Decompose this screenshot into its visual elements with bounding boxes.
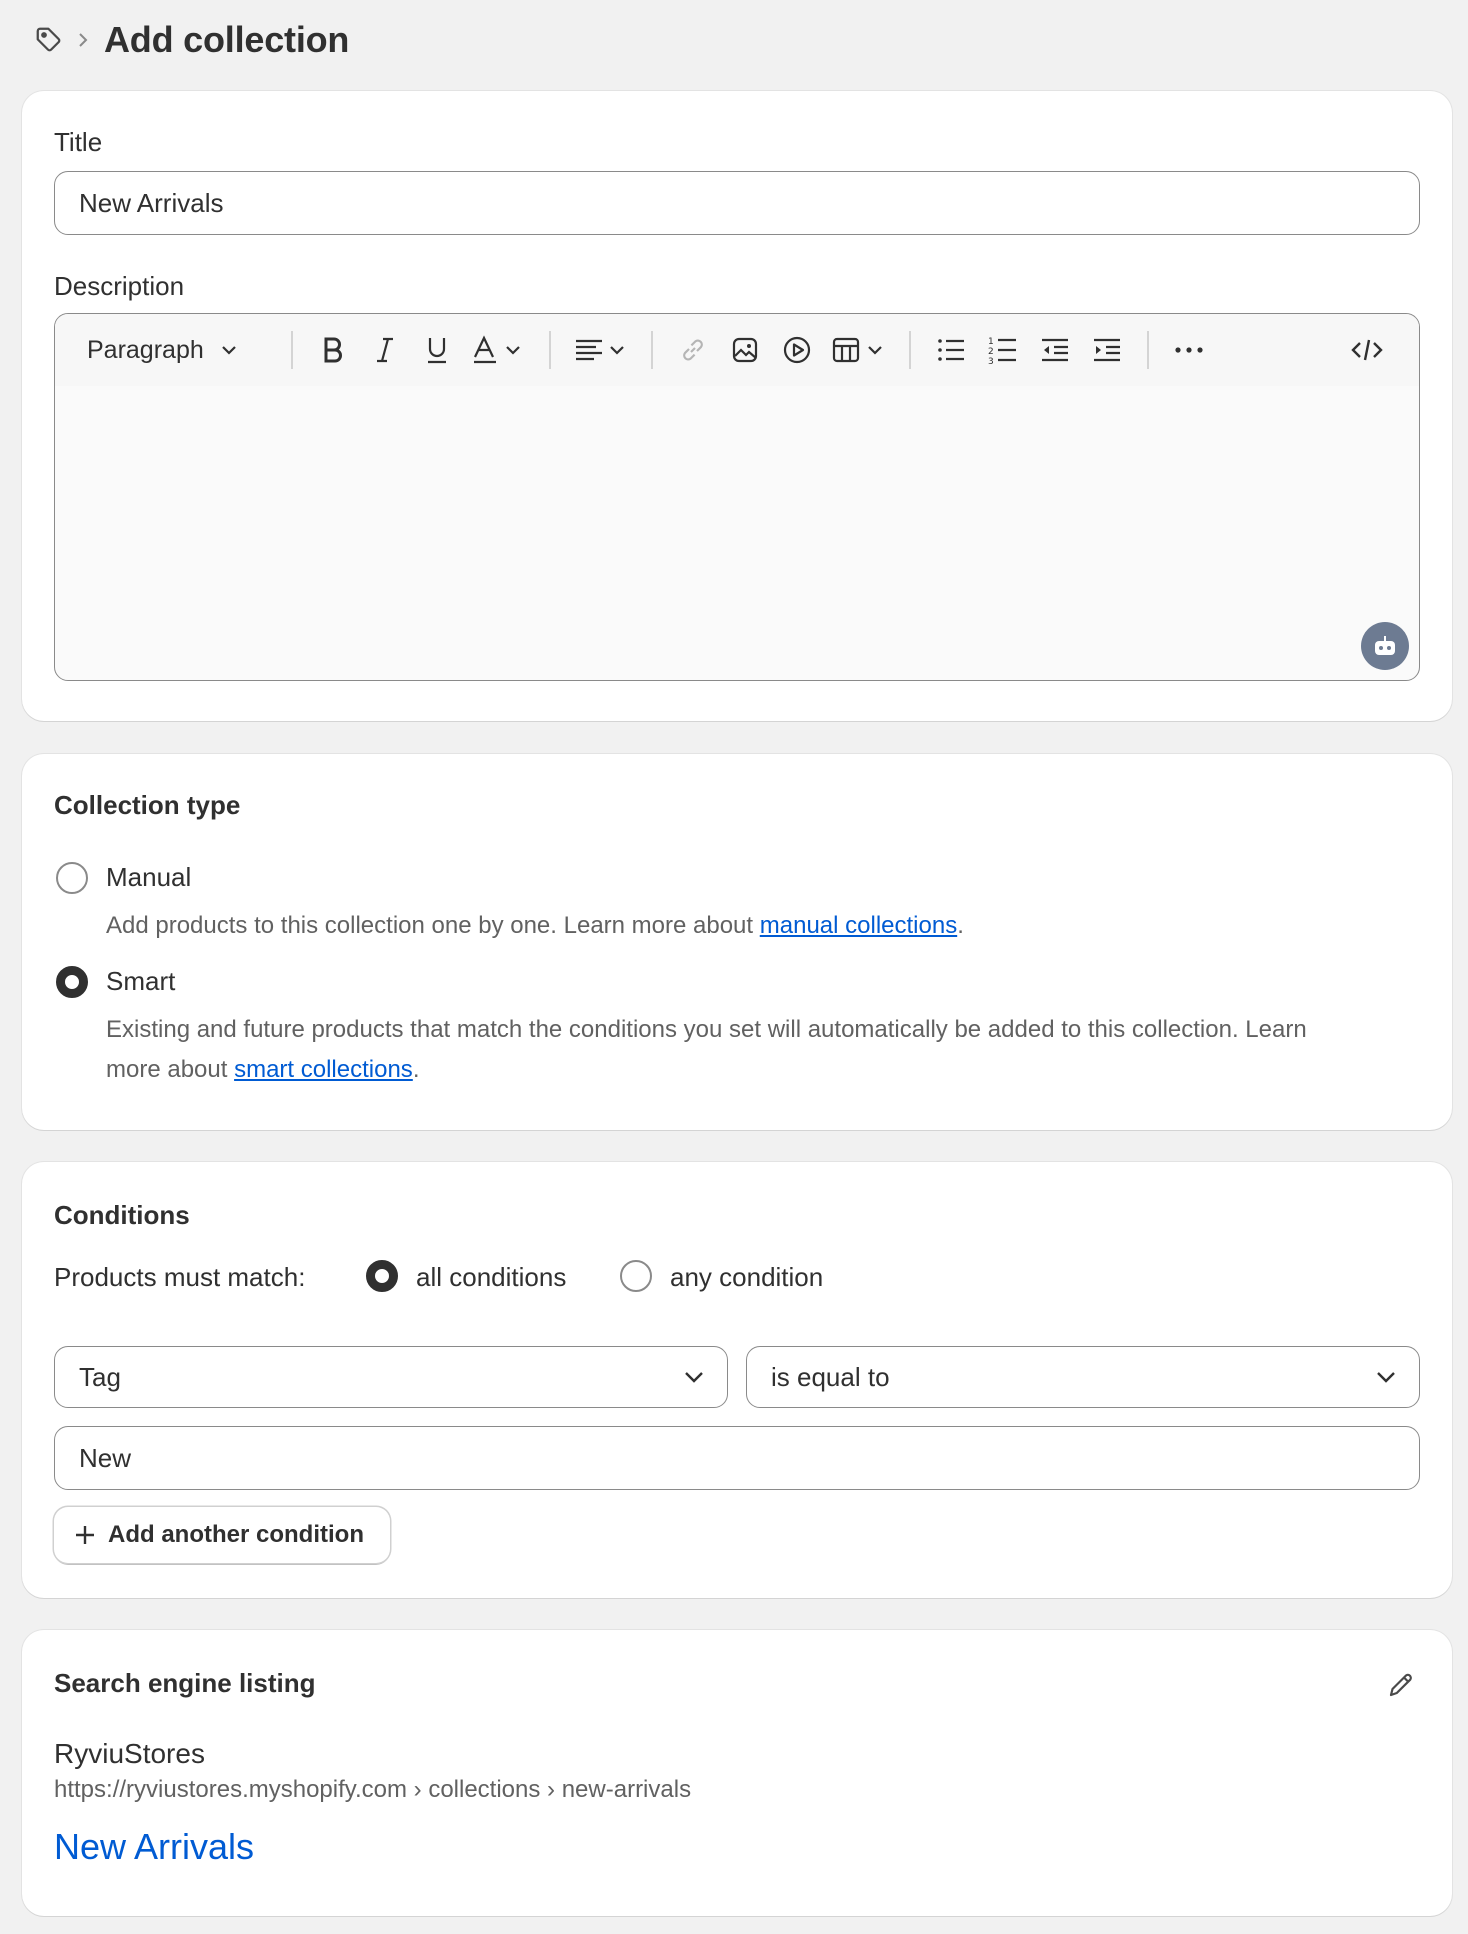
seo-card: Search engine listing RyviuStores https:… [22, 1630, 1452, 1916]
toolbar-divider [909, 331, 911, 369]
paragraph-format-label: Paragraph [87, 335, 204, 364]
seo-title: Search engine listing [54, 1668, 316, 1698]
manual-help-suffix: . [957, 912, 964, 939]
link-icon[interactable] [667, 324, 719, 376]
toolbar-divider [549, 331, 551, 369]
seo-page-title: New Arrivals [54, 1826, 255, 1867]
add-condition-button[interactable]: Add another condition [54, 1507, 390, 1563]
condition-value-input[interactable]: New [54, 1426, 1420, 1490]
chevron-right-icon [72, 31, 94, 49]
conditions-title: Conditions [54, 1200, 190, 1230]
collection-type-card: Collection type Manual Add products to t… [22, 754, 1452, 1130]
smart-radio-label[interactable]: Smart [106, 966, 175, 997]
underline-icon[interactable] [411, 324, 463, 376]
svg-text:2: 2 [988, 347, 994, 357]
all-conditions-label[interactable]: all conditions [416, 1262, 566, 1293]
smart-radio[interactable] [56, 966, 88, 998]
manual-radio-label[interactable]: Manual [106, 862, 191, 893]
condition-value-text: New [79, 1442, 132, 1473]
general-card: Title New Arrivals Description Paragraph [22, 91, 1452, 721]
page-header: Add collection [32, 14, 349, 66]
table-icon[interactable] [823, 324, 895, 376]
video-icon[interactable] [771, 324, 823, 376]
page-title: Add collection [104, 19, 350, 60]
smart-help-line: Existing and future products that match … [106, 1016, 1307, 1043]
plus-icon [74, 1524, 96, 1546]
description-label: Description [54, 271, 185, 301]
description-content[interactable] [55, 386, 1419, 680]
manual-radio[interactable] [56, 862, 88, 894]
text-color-icon[interactable] [463, 324, 535, 376]
description-editor[interactable]: Paragraph 1 2 3 [54, 313, 1420, 681]
condition-field-value: Tag [79, 1361, 121, 1392]
italic-icon[interactable] [359, 324, 411, 376]
indent-icon[interactable] [1081, 324, 1133, 376]
condition-operator-value: is equal to [771, 1361, 890, 1392]
svg-text:3: 3 [988, 357, 994, 365]
toolbar-divider [651, 331, 653, 369]
match-label: Products must match: [54, 1262, 306, 1292]
all-conditions-radio[interactable] [366, 1260, 398, 1292]
chevron-down-icon [1375, 1370, 1397, 1384]
image-icon[interactable] [719, 324, 771, 376]
smart-help-text: Existing and future products that match … [106, 1010, 1436, 1090]
seo-store-name: RyviuStores [54, 1738, 205, 1769]
chevron-down-icon [220, 344, 238, 356]
more-icon[interactable] [1163, 324, 1215, 376]
chevron-down-icon [683, 1370, 705, 1384]
any-condition-radio[interactable] [620, 1260, 652, 1292]
outdent-icon[interactable] [1029, 324, 1081, 376]
condition-field-select[interactable]: Tag [54, 1346, 728, 1408]
smart-help-prefix: more about [106, 1056, 235, 1083]
title-input[interactable]: New Arrivals [54, 171, 1420, 235]
conditions-card: Conditions Products must match: all cond… [22, 1162, 1452, 1598]
condition-operator-select[interactable]: is equal to [746, 1346, 1420, 1408]
title-label: Title [54, 127, 103, 157]
add-condition-label: Add another condition [108, 1521, 364, 1548]
toolbar-divider [1147, 331, 1149, 369]
manual-collections-link[interactable]: manual collections [760, 912, 957, 939]
paragraph-format-select[interactable]: Paragraph [87, 336, 277, 365]
smart-help-suffix: . [412, 1056, 420, 1083]
pencil-icon[interactable] [1384, 1668, 1418, 1702]
ai-assistant-icon[interactable] [1361, 622, 1409, 670]
manual-help-prefix: Add products to this collection one by o… [106, 912, 760, 939]
collection-type-title: Collection type [54, 790, 241, 820]
manual-help-text: Add products to this collection one by o… [106, 906, 964, 946]
seo-url: https://ryviustores.myshopify.com › coll… [54, 1776, 692, 1803]
editor-toolbar: Paragraph 1 2 3 [55, 314, 1419, 386]
smart-collections-link[interactable]: smart collections [234, 1056, 413, 1083]
toolbar-divider [291, 331, 293, 369]
any-condition-label[interactable]: any condition [670, 1262, 823, 1293]
numbered-list-icon[interactable]: 123 [977, 324, 1029, 376]
bullet-list-icon[interactable] [925, 324, 977, 376]
title-input-value: New Arrivals [79, 187, 224, 218]
tag-icon[interactable] [32, 23, 66, 57]
align-icon[interactable] [565, 324, 637, 376]
bold-icon[interactable] [307, 324, 359, 376]
svg-text:1: 1 [988, 337, 994, 347]
code-icon[interactable] [1341, 324, 1393, 376]
